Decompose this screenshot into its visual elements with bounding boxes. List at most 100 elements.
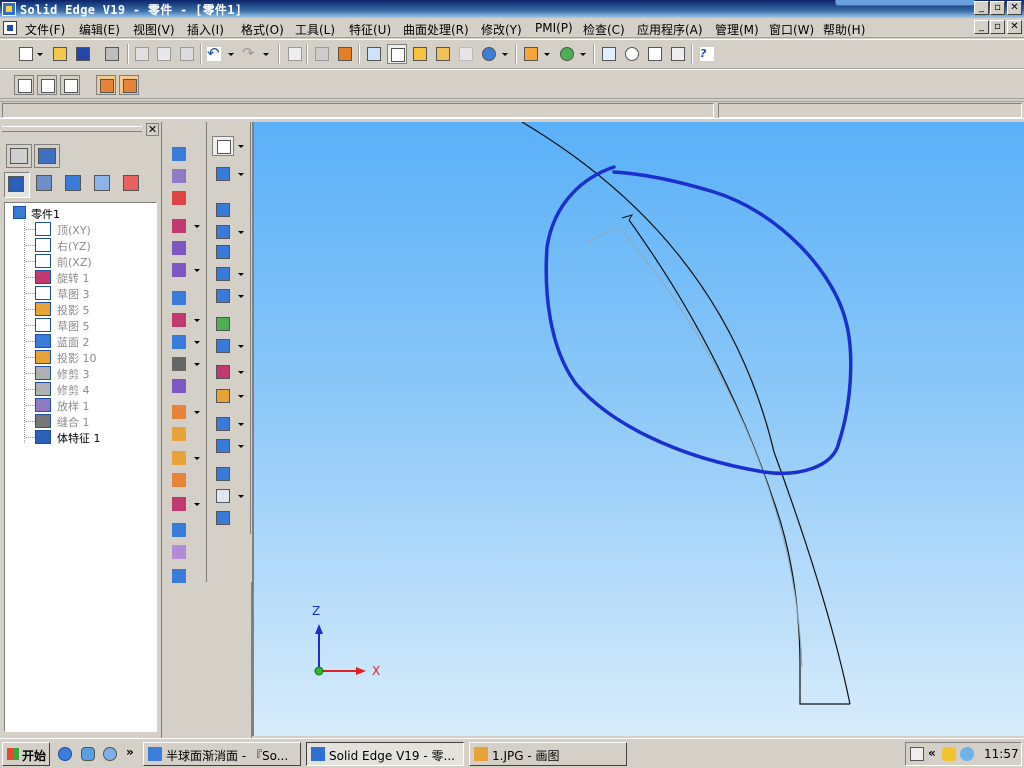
- feature-tool-button[interactable]: [212, 200, 234, 220]
- tray-expand-icon[interactable]: «: [928, 746, 936, 760]
- tree-item[interactable]: 草图 5: [5, 317, 155, 333]
- surface-tool-button[interactable]: [168, 376, 190, 396]
- tool-dropdown[interactable]: [237, 164, 245, 184]
- feature-pathfinder-icon[interactable]: [4, 172, 30, 198]
- menu-manage[interactable]: 管理(M): [715, 21, 759, 38]
- menu-file[interactable]: 文件(F): [25, 21, 65, 38]
- fit-icon[interactable]: [645, 44, 665, 64]
- tool-dropdown[interactable]: [193, 216, 201, 236]
- edgebar-option-icon[interactable]: [6, 144, 32, 168]
- surface-tool-button[interactable]: [168, 424, 190, 444]
- surface-tool-button[interactable]: [168, 144, 190, 164]
- feature-tool-icon[interactable]: [96, 75, 116, 95]
- tool-dropdown[interactable]: [237, 436, 245, 456]
- minimize-button[interactable]: _: [974, 1, 989, 15]
- view-hidden-icon[interactable]: [456, 44, 476, 64]
- view-wireframe-icon[interactable]: [364, 44, 384, 64]
- tree-item[interactable]: 投影 10: [5, 349, 155, 365]
- menu-modify[interactable]: 修改(Y): [481, 21, 522, 38]
- table-tool-icon[interactable]: [60, 75, 80, 95]
- feature-tool-button[interactable]: [212, 362, 234, 382]
- feature-tool-icon-2[interactable]: [119, 75, 139, 95]
- surface-tool-button[interactable]: [168, 216, 190, 236]
- feature-tool-button[interactable]: [212, 222, 234, 242]
- surface-tool-button[interactable]: [168, 260, 190, 280]
- tree-item[interactable]: 右(YZ): [5, 237, 155, 253]
- tool-dropdown[interactable]: [237, 362, 245, 382]
- menu-insert[interactable]: 插入(I): [187, 21, 224, 38]
- surface-tool-button[interactable]: [168, 166, 190, 186]
- surface-tool-button[interactable]: [168, 188, 190, 208]
- feature-tool-button[interactable]: [212, 242, 234, 262]
- surface-tool-button[interactable]: [168, 354, 190, 374]
- 3d-viewport[interactable]: Z X: [252, 122, 1024, 736]
- tree-item[interactable]: 投影 5: [5, 301, 155, 317]
- whats-this-help-icon[interactable]: ?: [697, 44, 717, 64]
- tool-dropdown[interactable]: [193, 494, 201, 514]
- tool-dropdown[interactable]: [193, 260, 201, 280]
- family-icon[interactable]: [62, 172, 88, 198]
- redo-icon[interactable]: ↷: [240, 44, 260, 64]
- media-player-icon[interactable]: [78, 744, 98, 764]
- menu-tools[interactable]: 工具(L): [295, 21, 335, 38]
- tree-root[interactable]: 零件1: [5, 205, 155, 221]
- menu-applications[interactable]: 应用程序(A): [637, 21, 703, 38]
- sketch-tool-icon[interactable]: [14, 75, 34, 95]
- messenger-icon[interactable]: [960, 747, 974, 761]
- feature-tool-button[interactable]: [212, 464, 234, 484]
- doc-minimize-button[interactable]: _: [974, 20, 989, 34]
- tree-item[interactable]: 放样 1: [5, 397, 155, 413]
- gear-tool-icon[interactable]: [312, 44, 332, 64]
- tree-item[interactable]: 修剪 4: [5, 381, 155, 397]
- feature-tool-button[interactable]: [212, 336, 234, 356]
- feature-tool-button[interactable]: [212, 508, 234, 528]
- feature-tool-button[interactable]: [212, 314, 234, 334]
- sensor-icon[interactable]: [120, 172, 146, 198]
- surface-tool-button[interactable]: [168, 238, 190, 258]
- keyboard-icon[interactable]: [910, 747, 924, 761]
- lock-icon[interactable]: [942, 747, 956, 761]
- globe-icon[interactable]: [479, 44, 499, 64]
- zoom-icon[interactable]: [622, 44, 642, 64]
- surface-tool-button[interactable]: [168, 288, 190, 308]
- view-shaded-icon[interactable]: [410, 44, 430, 64]
- surface-tool-button[interactable]: [168, 470, 190, 490]
- tree-item[interactable]: 修剪 3: [5, 365, 155, 381]
- surface-tool-button[interactable]: [168, 448, 190, 468]
- tool-dropdown[interactable]: [237, 286, 245, 306]
- close-button[interactable]: ✕: [1007, 1, 1022, 15]
- restore-button[interactable]: ▫: [990, 1, 1005, 15]
- menu-inspect[interactable]: 检查(C): [583, 21, 625, 38]
- tree-item[interactable]: 旋转 1: [5, 269, 155, 285]
- tool-dropdown[interactable]: [237, 222, 245, 242]
- edgebar-settings-icon[interactable]: [34, 144, 60, 168]
- menu-features[interactable]: 特征(U): [349, 21, 391, 38]
- tool-dropdown[interactable]: [193, 310, 201, 330]
- app-icon[interactable]: [2, 2, 16, 16]
- document-icon[interactable]: [3, 21, 17, 35]
- undo-dropdown[interactable]: [227, 44, 235, 64]
- tree-item[interactable]: 体特征 1: [5, 429, 155, 445]
- tool-dropdown[interactable]: [237, 386, 245, 406]
- profile-tool-icon[interactable]: [37, 75, 57, 95]
- surface-tool-button[interactable]: [168, 402, 190, 422]
- open-button[interactable]: [50, 44, 70, 64]
- page-icon[interactable]: [285, 44, 305, 64]
- new-button[interactable]: [16, 44, 36, 64]
- tree-item[interactable]: 顶(XY): [5, 221, 155, 237]
- paste-button[interactable]: [177, 44, 197, 64]
- display-settings-icon[interactable]: [521, 44, 541, 64]
- tool-dropdown[interactable]: [237, 486, 245, 506]
- feature-tool-button[interactable]: [212, 486, 234, 506]
- tree-item[interactable]: 缝合 1: [5, 413, 155, 429]
- library-icon[interactable]: [33, 172, 59, 198]
- taskbar-task[interactable]: Solid Edge V19 - 零...: [306, 742, 464, 766]
- panel-close-icon[interactable]: ✕: [146, 123, 159, 136]
- doc-restore-button[interactable]: ▫: [990, 20, 1005, 34]
- globe-dropdown[interactable]: [501, 44, 509, 64]
- feature-tool-button[interactable]: [212, 286, 234, 306]
- feature-tool-button[interactable]: [212, 164, 234, 184]
- tool-dropdown[interactable]: [193, 448, 201, 468]
- tool-dropdown[interactable]: [193, 402, 201, 422]
- doc-close-button[interactable]: ✕: [1007, 20, 1022, 34]
